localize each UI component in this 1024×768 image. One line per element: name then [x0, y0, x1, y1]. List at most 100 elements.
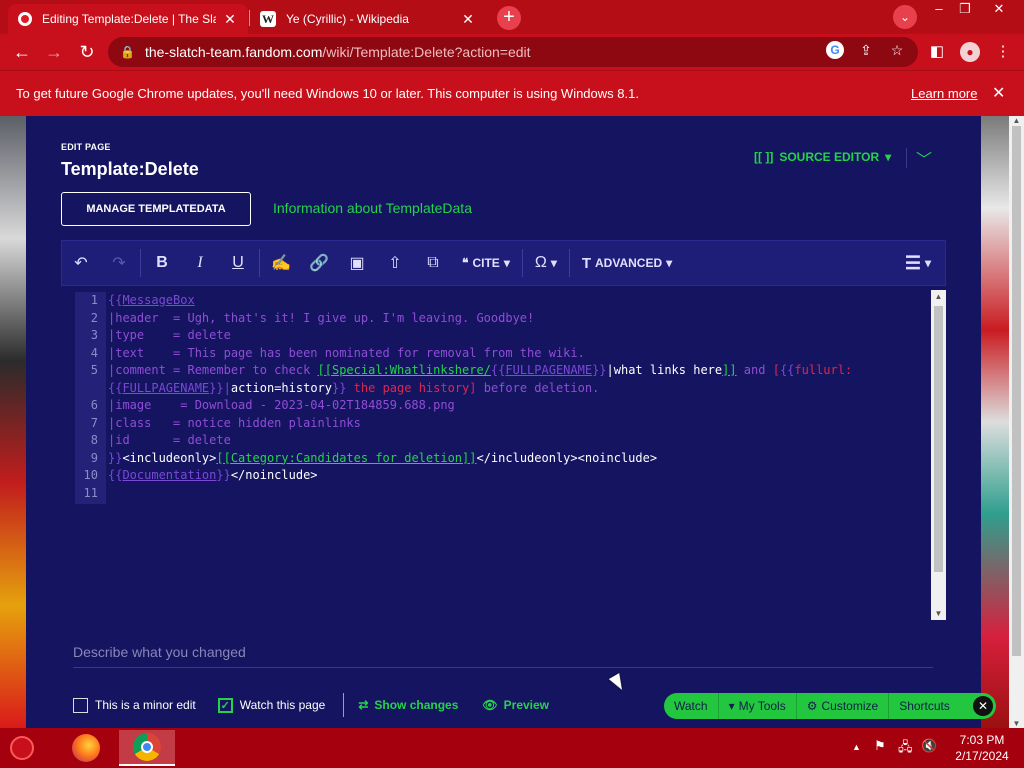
bookmark-star-icon[interactable]: ☆ — [888, 41, 906, 59]
close-icon[interactable]: ✕ — [973, 696, 993, 716]
learn-more-link[interactable]: Learn more — [911, 86, 977, 101]
templatedata-info-link[interactable]: Information about TemplateData — [273, 200, 472, 216]
line-number: 4 — [90, 345, 98, 360]
scroll-up-icon[interactable]: ▲ — [1009, 116, 1024, 125]
bold-icon[interactable]: B — [143, 240, 181, 286]
text-style-icon: T — [581, 254, 592, 272]
special-characters-button[interactable]: Ω ▾ — [525, 240, 567, 286]
my-tools-button[interactable]: ▾ My Tools — [719, 693, 797, 719]
start-button[interactable] — [10, 736, 34, 760]
tab-close-icon[interactable]: ✕ — [460, 11, 476, 28]
line-number: 6 — [90, 398, 98, 412]
background-art-left — [0, 116, 26, 728]
infobar-close-icon[interactable]: ✕ — [992, 83, 1005, 103]
firefox-taskbar-button[interactable] — [58, 730, 114, 766]
code-line: 2 |header = Ugh, that's it! I give up. I'… — [75, 310, 935, 327]
code-token: }} — [209, 380, 224, 395]
wikipedia-favicon-icon: W — [260, 11, 276, 27]
tab-editing-template[interactable]: Editing Template:Delete | The Slatch ✕ — [8, 4, 248, 34]
redo-icon[interactable]: ↷ — [100, 240, 138, 286]
upload-icon[interactable]: ⇧ — [376, 240, 414, 286]
code-text: }}<includeonly>[[Category:Candidates for… — [108, 450, 657, 467]
advanced-button[interactable]: T ADVANCED ▾ — [572, 240, 682, 286]
customize-button[interactable]: ⚙ Customize — [797, 693, 890, 719]
toolbar-separator — [568, 249, 570, 277]
scroll-up-icon[interactable]: ▲ — [931, 292, 946, 301]
chevron-down-icon[interactable]: ﹀ — [916, 146, 932, 170]
tray-expand-icon[interactable]: ▲ — [852, 742, 861, 752]
forward-arrow-icon[interactable]: → — [42, 40, 66, 64]
side-panel-icon[interactable]: ◧ — [927, 42, 947, 62]
action-center-flag-icon[interactable]: ⚑ — [874, 738, 886, 754]
show-changes-button[interactable]: ⇄ Show changes — [358, 698, 458, 712]
preview-button[interactable]: 👁 Preview — [482, 698, 549, 712]
italic-icon[interactable]: I — [181, 240, 219, 286]
source-code-editor[interactable]: 1 {{MessageBox 2 |header = Ugh, that's it! … — [75, 292, 945, 620]
undo-icon[interactable]: ↶ — [62, 240, 100, 286]
minor-edit-checkbox[interactable] — [73, 697, 88, 713]
restore-icon[interactable]: ❐ — [956, 0, 974, 18]
code-text: |text = This page has been nominated for… — [108, 345, 585, 362]
address-bar[interactable]: 🔒 the-slatch-team.fandom.com/wiki/Templa… — [108, 37, 918, 67]
code-line: 7 |class = notice hidden plainlinks — [75, 415, 935, 432]
watch-page-checkbox[interactable]: ✓ — [217, 697, 233, 713]
toolbar-separator — [259, 249, 260, 277]
code-token: |type = delete — [108, 328, 231, 342]
code-line: 8 |id = delete — [75, 432, 935, 449]
tab-search-chevron-icon[interactable]: ⌄ — [893, 5, 917, 29]
profile-avatar-icon[interactable]: ● — [960, 42, 980, 62]
my-tools-label: My Tools — [738, 699, 786, 713]
window-close-icon[interactable]: ✕ — [984, 0, 1014, 18]
manage-templatedata-button[interactable]: MANAGE TEMPLATEDATA — [61, 192, 251, 226]
new-tab-button[interactable]: + — [497, 6, 521, 30]
hamburger-menu-button[interactable]: ☰ ▾ — [895, 240, 945, 286]
gallery-icon[interactable]: ⧉ — [414, 240, 452, 286]
chrome-taskbar-button[interactable] — [119, 730, 175, 766]
browser-toolbar: ← → ↻ 🔒 the-slatch-team.fandom.com/wiki/… — [0, 34, 1024, 70]
watch-button[interactable]: Watch — [664, 693, 719, 719]
google-lens-icon[interactable]: G — [826, 41, 844, 59]
code-line: 5 |comment = Remember to check [[Special:… — [75, 362, 935, 379]
page-scrollbar-thumb[interactable] — [1012, 126, 1021, 656]
image-icon[interactable]: ▣ — [338, 240, 376, 286]
code-token: [[ — [317, 363, 332, 377]
code-line: 10 {{Documentation}}</noinclude> — [75, 467, 935, 484]
back-arrow-icon[interactable]: ← — [10, 40, 34, 64]
code-line: 1 {{MessageBox — [75, 292, 935, 309]
shortcuts-label: Shortcuts — [899, 699, 950, 713]
code-text: {{FULLPAGENAME}}|action=history}} the pa… — [108, 380, 599, 397]
code-token: {{ — [108, 380, 123, 395]
source-editor-dropdown[interactable]: [[ ]] SOURCE EDITOR ▾ — [754, 150, 891, 164]
editor-scrollbar[interactable]: ▲ ▼ — [931, 290, 946, 620]
reload-icon[interactable]: ↻ — [75, 40, 99, 64]
signature-icon[interactable]: ✍ — [262, 240, 300, 286]
infobar-message: To get future Google Chrome updates, you… — [16, 86, 639, 101]
code-text: |class = notice hidden plainlinks — [108, 415, 361, 432]
volume-muted-icon[interactable]: 🔇 — [921, 738, 937, 754]
network-icon[interactable]: 🖧 — [898, 738, 913, 760]
system-clock[interactable]: 7:03 PM 2/17/2024 — [946, 732, 1018, 764]
scroll-down-icon[interactable]: ▼ — [1009, 719, 1024, 728]
tab-title: Ye (Cyrillic) - Wikipedia — [286, 12, 409, 26]
more-menu-icon[interactable]: ⋮ — [993, 42, 1013, 62]
link-icon[interactable]: 🔗 — [300, 240, 338, 286]
underline-icon[interactable]: U — [219, 240, 257, 286]
minimize-icon[interactable]: – — [930, 0, 948, 18]
code-token: |what links here — [606, 363, 723, 377]
editor-scrollbar-thumb[interactable] — [934, 306, 943, 572]
edit-page-kicker: EDIT PAGE — [61, 142, 111, 152]
page-scrollbar[interactable]: ▲ ▼ — [1009, 116, 1024, 728]
edit-summary-input[interactable]: Describe what you changed — [73, 644, 933, 668]
code-token: </noinclude> — [230, 468, 318, 482]
scroll-down-icon[interactable]: ▼ — [931, 609, 946, 618]
tab-close-icon[interactable]: ✕ — [222, 11, 238, 28]
toolbar-separator — [521, 249, 523, 277]
background-art-right — [981, 116, 1009, 728]
cite-button[interactable]: ❝ CITE ▾ — [452, 240, 520, 286]
share-icon[interactable]: ⇪ — [857, 41, 875, 59]
tab-wikipedia[interactable]: W Ye (Cyrillic) - Wikipedia ✕ — [250, 4, 486, 34]
line-number: 11 — [83, 485, 98, 500]
eye-icon: 👁 — [482, 698, 498, 712]
shortcuts-button[interactable]: Shortcuts — [889, 693, 960, 719]
code-token: {{ — [490, 363, 506, 377]
